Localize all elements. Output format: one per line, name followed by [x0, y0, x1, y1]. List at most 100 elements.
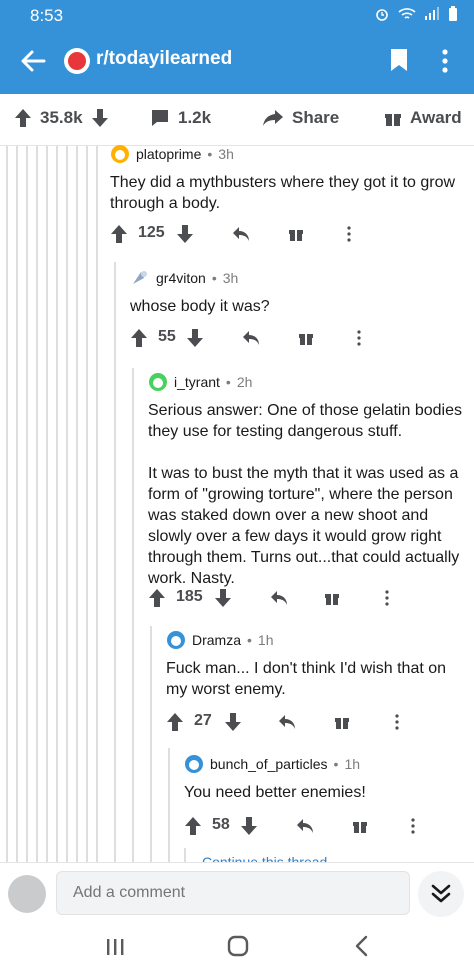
share-button[interactable]: Share: [262, 108, 339, 128]
share-icon: [263, 110, 283, 126]
comment-actions: 58: [184, 814, 466, 838]
comment-score: 55: [158, 328, 176, 345]
downvote-icon[interactable]: [186, 328, 204, 348]
recent-apps-icon[interactable]: [104, 936, 126, 958]
comment-age: 1h: [257, 632, 274, 648]
comment-actions: 125: [110, 222, 466, 246]
separator: •: [247, 632, 252, 648]
home-icon[interactable]: [226, 934, 250, 958]
upvote-icon[interactable]: [130, 328, 148, 348]
more-options-icon[interactable]: [410, 817, 416, 835]
bookmark-icon[interactable]: [390, 48, 408, 72]
current-user-avatar[interactable]: [8, 875, 46, 913]
upvote-icon[interactable]: [14, 108, 32, 128]
thread-line[interactable]: [184, 848, 186, 862]
thread-line[interactable]: [6, 146, 8, 862]
app-header: 8:53 r/todayilearned: [0, 0, 474, 94]
upvote-icon[interactable]: [110, 224, 128, 244]
separator: •: [207, 146, 213, 162]
thread-line[interactable]: [56, 146, 58, 862]
comment-icon: [152, 110, 168, 126]
user-avatar[interactable]: [110, 144, 130, 164]
comment: bunch_of_particles • 1h You need better …: [184, 754, 468, 803]
comment-username[interactable]: platoprime: [136, 146, 201, 162]
thread-line[interactable]: [26, 146, 28, 862]
gift-icon[interactable]: [352, 818, 368, 834]
comment-bar: [0, 862, 474, 922]
gift-icon[interactable]: [324, 590, 340, 606]
gift-icon[interactable]: [288, 226, 304, 242]
gift-icon[interactable]: [334, 714, 350, 730]
thread-line[interactable]: [16, 146, 18, 862]
separator: •: [225, 374, 231, 390]
collapse-thread-button[interactable]: [418, 871, 464, 917]
separator: •: [211, 270, 217, 286]
downvote-icon[interactable]: [176, 224, 194, 244]
reply-icon[interactable]: [232, 226, 250, 242]
reply-icon[interactable]: [278, 714, 296, 730]
separator: •: [333, 756, 339, 772]
reply-icon[interactable]: [242, 330, 260, 346]
comment-score: 185: [176, 588, 203, 605]
comment-age: 3h: [218, 146, 234, 162]
user-avatar[interactable]: [166, 630, 186, 650]
more-options-icon[interactable]: [440, 48, 450, 74]
downvote-icon[interactable]: [224, 712, 242, 732]
thread-line[interactable]: [76, 146, 78, 862]
comment-header: bunch_of_particles • 1h: [184, 754, 468, 774]
reply-icon[interactable]: [296, 818, 314, 834]
battery-icon: [449, 6, 457, 21]
thread-line[interactable]: [114, 262, 116, 862]
subreddit-name[interactable]: r/todayilearned: [96, 48, 232, 70]
back-arrow-icon[interactable]: [18, 46, 48, 76]
upvote-icon[interactable]: [166, 712, 184, 732]
post-comments-button[interactable]: 1.2k: [150, 108, 211, 128]
thread-line[interactable]: [132, 368, 134, 862]
comment-username[interactable]: gr4viton: [156, 270, 206, 286]
user-avatar[interactable]: [184, 754, 204, 774]
reply-icon[interactable]: [270, 590, 288, 606]
status-bar: 8:53: [0, 0, 474, 30]
comment-age: 2h: [236, 374, 253, 390]
comment-username[interactable]: i_tyrant: [174, 374, 220, 390]
more-options-icon[interactable]: [394, 713, 400, 731]
downvote-icon[interactable]: [240, 816, 258, 836]
comment-username[interactable]: bunch_of_particles: [210, 756, 328, 772]
wifi-icon: [398, 8, 416, 19]
thread-line[interactable]: [96, 146, 98, 862]
post-comment-count: 1.2k: [178, 108, 212, 127]
comment-header: platoprime • 3h: [110, 144, 466, 164]
comment-username[interactable]: Dramza: [192, 632, 241, 648]
user-avatar[interactable]: [148, 372, 168, 392]
thread-line[interactable]: [66, 146, 68, 862]
comment: Dramza • 1h Fuck man... I don't think I'…: [166, 630, 466, 700]
signal-icon: [425, 7, 439, 20]
back-nav-icon[interactable]: [350, 934, 374, 958]
upvote-icon[interactable]: [148, 588, 166, 608]
more-options-icon[interactable]: [384, 589, 390, 607]
comment-body: whose body it was?: [130, 298, 270, 315]
comment-header: gr4viton • 3h: [130, 268, 466, 288]
comment-body: Fuck man... I don't think I'd wish that …: [166, 660, 447, 698]
gift-icon[interactable]: [298, 330, 314, 346]
downvote-icon[interactable]: [214, 588, 232, 608]
thread-line[interactable]: [36, 146, 38, 862]
user-avatar[interactable]: [130, 268, 150, 288]
subreddit-icon[interactable]: [64, 48, 90, 74]
more-options-icon[interactable]: [346, 225, 352, 243]
system-nav-bar: [0, 922, 474, 974]
thread-line[interactable]: [46, 146, 48, 862]
thread-line[interactable]: [168, 748, 170, 862]
more-options-icon[interactable]: [356, 329, 362, 347]
thread-line[interactable]: [150, 626, 152, 862]
post-vote: 35.8k: [14, 108, 109, 128]
status-icons: [374, 6, 458, 22]
thread-line[interactable]: [86, 146, 88, 862]
comment-score: 125: [138, 224, 165, 241]
share-label: Share: [292, 108, 340, 127]
downvote-icon[interactable]: [91, 108, 109, 128]
award-button[interactable]: Award: [384, 108, 462, 128]
gift-icon: [385, 114, 401, 126]
comment-input[interactable]: [56, 871, 410, 915]
upvote-icon[interactable]: [184, 816, 202, 836]
